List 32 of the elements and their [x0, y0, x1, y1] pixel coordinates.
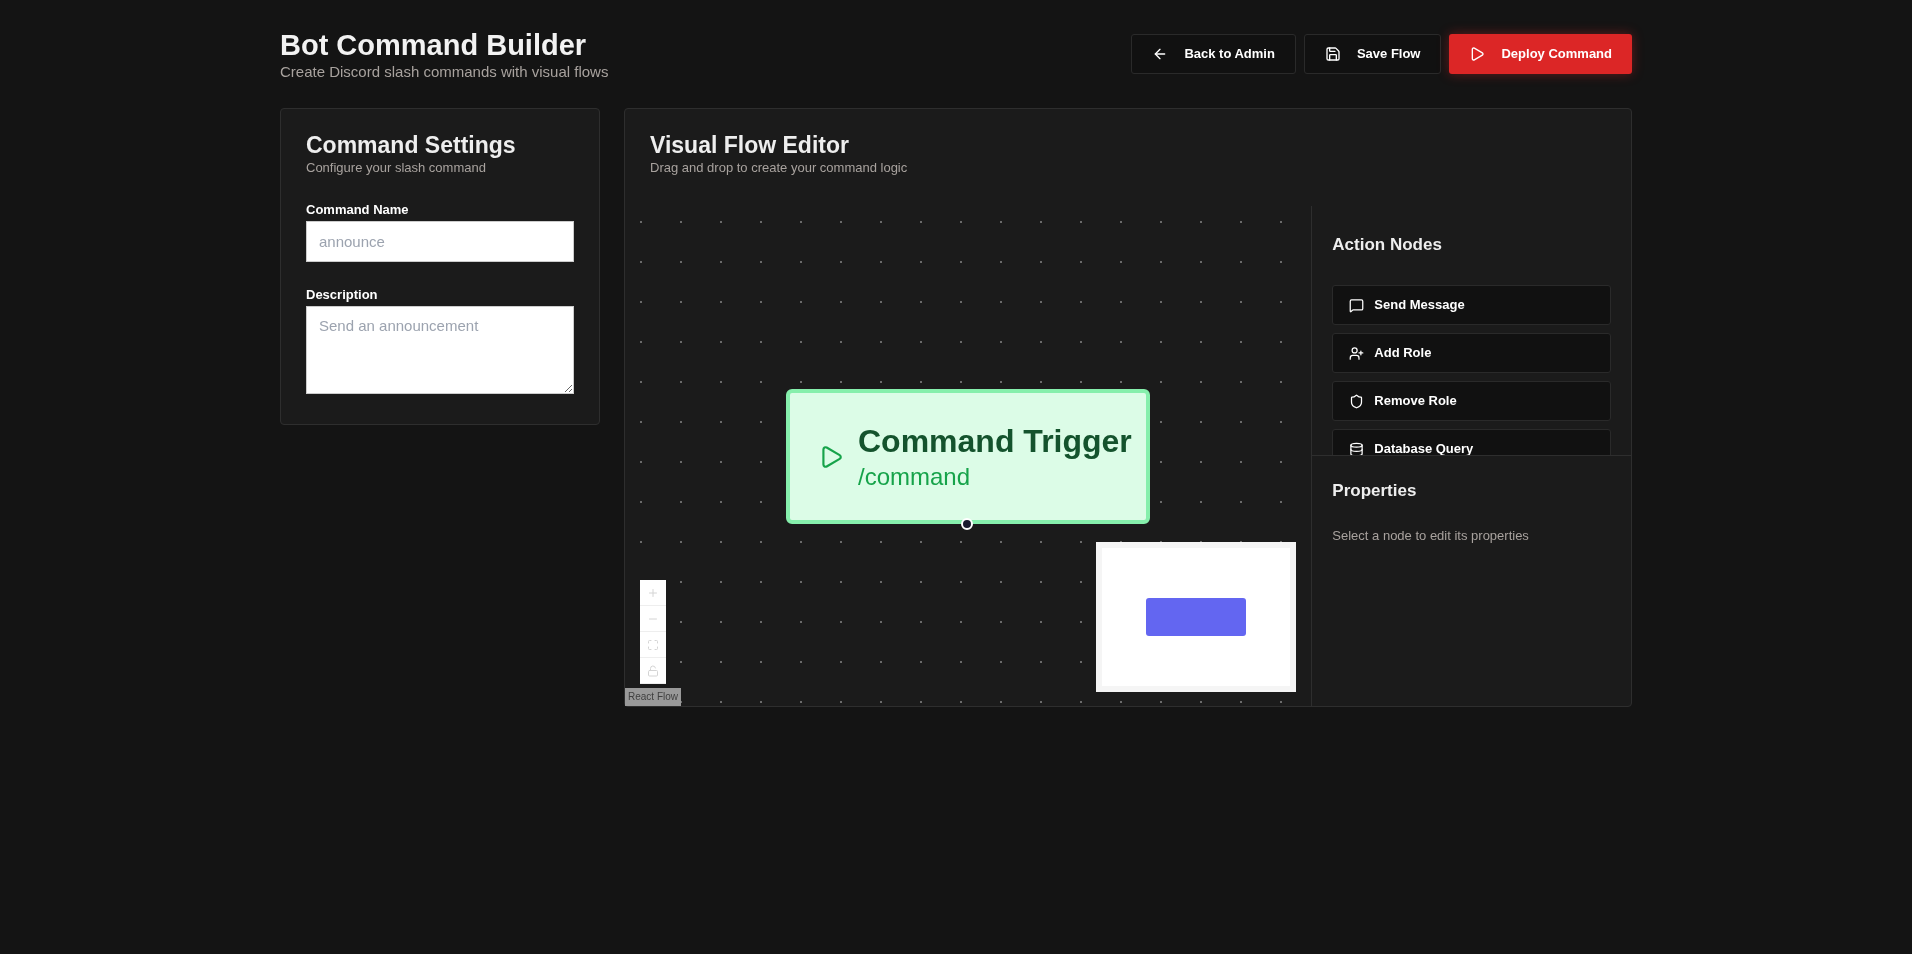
panel-subtitle: Drag and drop to create your command logic	[650, 159, 909, 177]
panel-subtitle: Configure your slash command	[306, 159, 487, 177]
node-title: Command Trigger	[858, 421, 1132, 461]
description-field[interactable]: Send an announcement	[306, 306, 574, 394]
page-subtitle: Create Discord slash commands with visual flows	[280, 63, 609, 81]
trigger-node[interactable]: Command Trigger /command	[786, 389, 1150, 524]
field-label: Command Name	[306, 201, 410, 218]
field-label: Description	[306, 286, 379, 303]
section-title: Properties	[1332, 480, 1418, 502]
shield-icon	[1349, 393, 1365, 409]
minimap[interactable]	[1096, 542, 1296, 692]
save-button[interactable]: Save Flow	[1303, 34, 1442, 74]
page-title: Bot Command Builder	[280, 28, 588, 63]
panel-title: Command Settings	[306, 131, 517, 159]
padlock-icon	[647, 664, 659, 677]
corners-icon	[647, 638, 659, 651]
node-command: /command	[858, 461, 972, 492]
speech-bubble-icon	[1349, 297, 1365, 313]
panel-title: Visual Flow Editor	[650, 131, 850, 159]
attribution-link[interactable]: React Flow	[625, 688, 681, 706]
properties-hint: Select a node to edit its properties	[1332, 527, 1530, 545]
section-title: Action Nodes	[1332, 234, 1443, 256]
action-node-item[interactable]: Add Role	[1332, 333, 1611, 373]
database-icon	[1349, 441, 1365, 455]
action-node-item[interactable]: Remove Role	[1332, 381, 1611, 421]
deploy-button[interactable]: Deploy Command	[1449, 34, 1632, 74]
back-button[interactable]: Back to Admin	[1131, 34, 1296, 74]
command-name-field[interactable]: announce	[306, 221, 574, 262]
plus-icon	[647, 586, 659, 599]
user-plus-icon	[1349, 345, 1365, 361]
play-icon	[1469, 46, 1486, 62]
action-node-item[interactable]: Send Message	[1332, 285, 1611, 325]
